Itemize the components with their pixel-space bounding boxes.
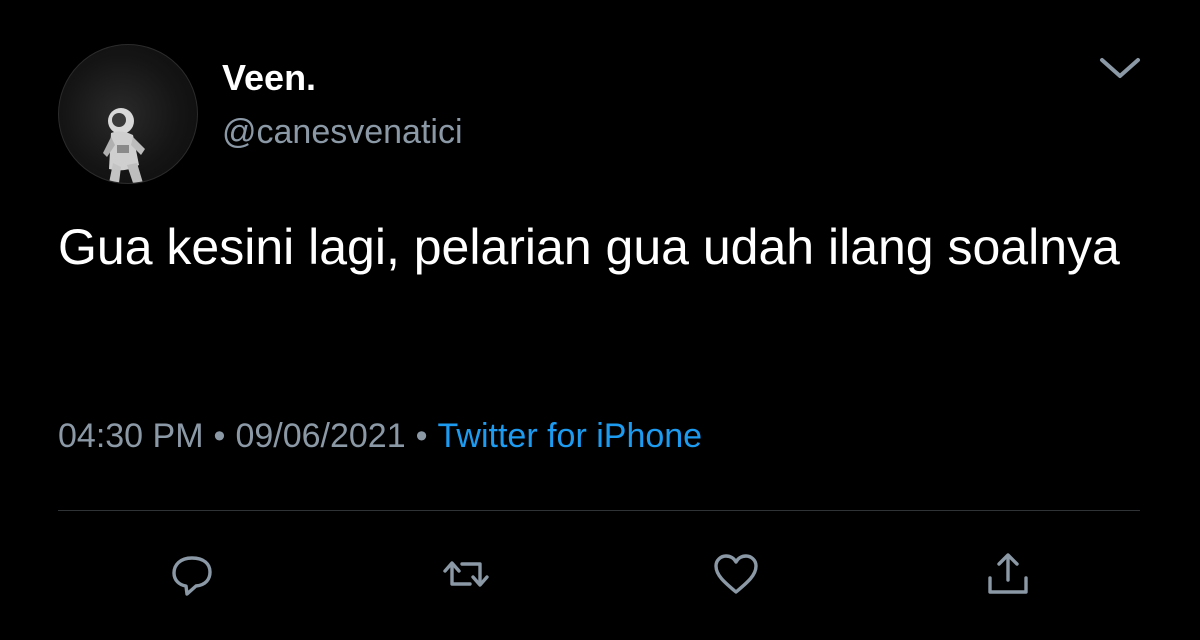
user-handle[interactable]: @canesvenatici	[222, 110, 463, 154]
tweet-metadata: 04:30 PM • 09/06/2021 • Twitter for iPhone	[58, 414, 702, 458]
tweet-date[interactable]: 09/06/2021	[235, 417, 405, 455]
astronaut-avatar-image	[103, 108, 145, 183]
tweet-time: 04:30 PM	[58, 417, 204, 455]
tweet-source-link[interactable]: Twitter for iPhone	[438, 417, 703, 455]
tweet-text: Gua kesini lagi, pelarian gua udah ilang…	[58, 219, 1120, 275]
chevron-down-icon[interactable]	[1092, 48, 1148, 88]
meta-separator: •	[213, 417, 226, 455]
retweet-icon[interactable]	[440, 548, 492, 600]
tweet-detail: Veen. @canesvenatici Gua kesini lagi, pe…	[0, 0, 1200, 640]
meta-separator: •	[415, 417, 428, 455]
avatar[interactable]	[58, 44, 198, 184]
heart-icon[interactable]	[710, 548, 762, 600]
display-name[interactable]: Veen.	[222, 56, 316, 100]
share-upload-icon[interactable]	[982, 548, 1034, 600]
divider	[58, 510, 1140, 511]
reply-bubble-icon[interactable]	[166, 548, 218, 600]
